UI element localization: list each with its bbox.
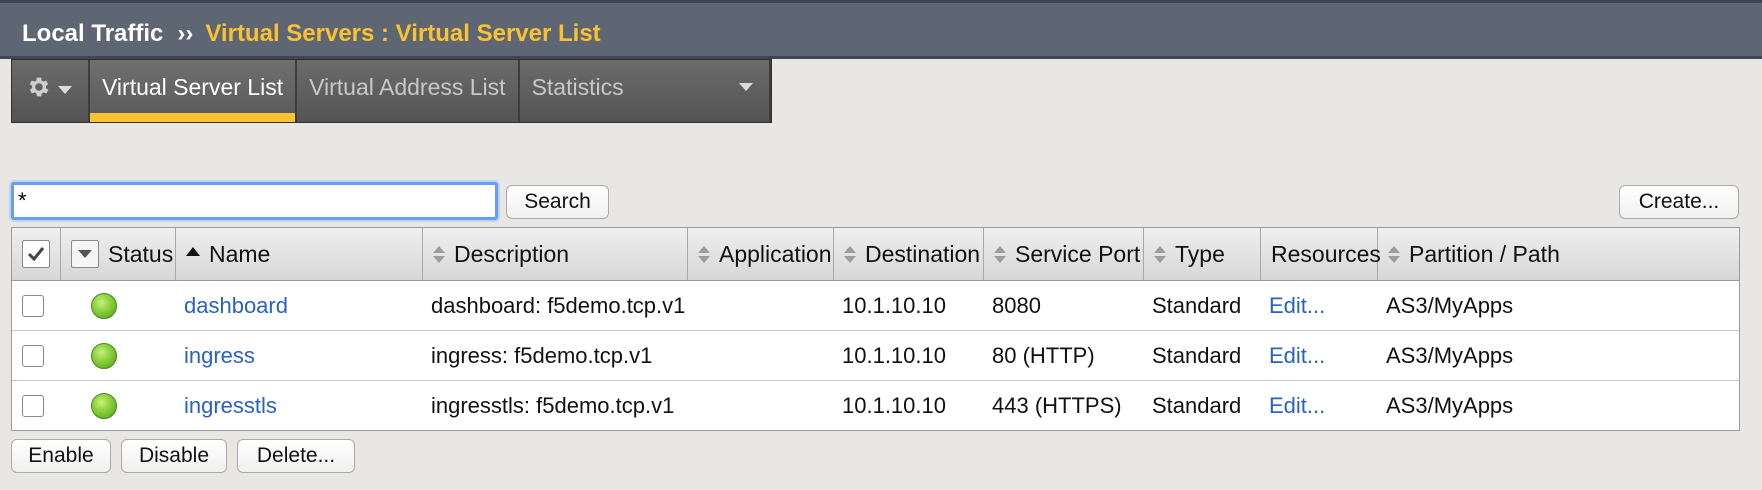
sort-icon <box>1388 245 1400 263</box>
column-service-port-label: Service Port <box>1015 240 1141 267</box>
description-cell: dashboard: f5demo.tcp.v1 <box>431 292 686 318</box>
search-button[interactable]: Search <box>506 185 609 219</box>
name-cell: ingresstls <box>176 381 423 430</box>
column-application[interactable]: Application <box>688 228 834 280</box>
tab-statistics-label: Statistics <box>531 74 624 100</box>
application-cell <box>688 281 834 330</box>
partition-cell: AS3/MyApps <box>1386 392 1514 418</box>
sort-icon <box>994 245 1006 263</box>
status-cell <box>61 281 176 330</box>
column-menu-button[interactable] <box>71 240 99 268</box>
destination-cell: 10.1.10.10 <box>842 292 946 318</box>
virtual-server-link[interactable]: dashboard <box>184 293 288 319</box>
description-cell: ingress: f5demo.tcp.v1 <box>431 342 653 368</box>
description-cell: ingresstls: f5demo.tcp.v1 <box>431 392 675 418</box>
select-all-checkbox[interactable] <box>22 240 50 268</box>
sort-icon <box>698 245 710 263</box>
column-description-label: Description <box>454 240 570 267</box>
breadcrumb: Local Traffic ›› Virtual Servers : Virtual… <box>22 20 601 48</box>
table-row: ingresstls ingresstls: f5demo.tcp.v1 10.… <box>12 381 1739 430</box>
row-select-cell <box>12 331 61 380</box>
row-checkbox[interactable] <box>22 294 44 317</box>
enable-button[interactable]: Enable <box>11 439 111 473</box>
destination-cell: 10.1.10.10 <box>842 342 946 368</box>
status-available-icon <box>91 342 117 369</box>
column-partition[interactable]: Partition / Path <box>1378 228 1560 280</box>
resources-cell: Edit... <box>1261 281 1378 330</box>
tab-virtual-server-list[interactable]: Virtual Server List <box>90 60 298 122</box>
virtual-server-link[interactable]: ingress <box>184 343 255 369</box>
settings-menu-button[interactable] <box>12 60 90 122</box>
service-port-cell: 8080 <box>992 292 1041 318</box>
row-select-cell <box>12 381 61 430</box>
column-application-label: Application <box>719 240 832 267</box>
type-cell: Standard <box>1152 392 1242 418</box>
column-name-label: Name <box>209 240 271 267</box>
partition-cell: AS3/MyApps <box>1386 292 1514 318</box>
service-port-cell: 80 (HTTP) <box>992 342 1095 368</box>
resources-cell: Edit... <box>1261 331 1378 380</box>
create-button[interactable]: Create... <box>1619 185 1739 219</box>
title-bar: Local Traffic ›› Virtual Servers : Virtual… <box>0 0 1762 59</box>
tab-virtual-address-list[interactable]: Virtual Address List <box>297 60 520 122</box>
chevron-down-icon <box>78 250 92 258</box>
column-status[interactable]: Status <box>61 228 176 280</box>
column-status-label: Status <box>108 240 174 267</box>
column-destination-label: Destination <box>865 240 981 267</box>
select-all-header <box>12 228 61 280</box>
status-available-icon <box>91 392 117 419</box>
resources-edit-link[interactable]: Edit... <box>1269 293 1325 319</box>
name-cell: ingress <box>176 331 423 380</box>
table-row: ingress ingress: f5demo.tcp.v1 10.1.10.1… <box>12 331 1739 381</box>
search-input[interactable] <box>11 182 498 220</box>
gear-icon <box>26 74 52 100</box>
service-port-cell: 443 (HTTPS) <box>992 392 1122 418</box>
resources-edit-link[interactable]: Edit... <box>1269 343 1325 369</box>
row-checkbox[interactable] <box>22 394 44 417</box>
column-type[interactable]: Type <box>1144 228 1261 280</box>
table-header: Status Name Description Application Dest… <box>12 228 1739 281</box>
column-description[interactable]: Description <box>423 228 688 280</box>
breadcrumb-separator: ›› <box>177 20 194 47</box>
column-name[interactable]: Name <box>176 228 423 280</box>
breadcrumb-root[interactable]: Local Traffic <box>22 20 163 47</box>
breadcrumb-current: Virtual Servers : Virtual Server List <box>205 20 601 47</box>
sort-ascending-icon <box>186 246 200 256</box>
row-select-cell <box>12 281 61 330</box>
row-checkbox[interactable] <box>22 344 44 367</box>
type-cell: Standard <box>1152 292 1242 318</box>
application-cell <box>688 331 834 380</box>
virtual-server-link[interactable]: ingresstls <box>184 393 277 419</box>
table-row: dashboard dashboard: f5demo.tcp.v1 10.1.… <box>12 281 1739 331</box>
application-cell <box>688 381 834 430</box>
column-resources: Resources <box>1261 228 1381 280</box>
chevron-down-icon <box>58 86 72 94</box>
column-partition-label: Partition / Path <box>1409 240 1560 267</box>
sort-icon <box>1154 245 1166 263</box>
sort-icon <box>433 245 445 263</box>
sort-icon <box>844 245 856 263</box>
column-service-port[interactable]: Service Port <box>984 228 1144 280</box>
status-available-icon <box>91 292 117 319</box>
chevron-down-icon <box>738 83 753 91</box>
partition-cell: AS3/MyApps <box>1386 342 1514 368</box>
name-cell: dashboard <box>176 281 423 330</box>
delete-button[interactable]: Delete... <box>237 439 355 473</box>
destination-cell: 10.1.10.10 <box>842 392 946 418</box>
type-cell: Standard <box>1152 342 1242 368</box>
disable-button[interactable]: Disable <box>121 439 227 473</box>
resources-cell: Edit... <box>1261 381 1378 430</box>
column-destination[interactable]: Destination <box>834 228 984 280</box>
tab-bar: Virtual Server List Virtual Address List… <box>11 59 772 123</box>
virtual-server-table: Status Name Description Application Dest… <box>11 227 1740 431</box>
column-resources-label: Resources <box>1271 240 1381 267</box>
tab-statistics[interactable]: Statistics <box>519 60 771 122</box>
status-cell <box>61 331 176 380</box>
column-type-label: Type <box>1175 240 1225 267</box>
status-cell <box>61 381 176 430</box>
resources-edit-link[interactable]: Edit... <box>1269 393 1325 419</box>
